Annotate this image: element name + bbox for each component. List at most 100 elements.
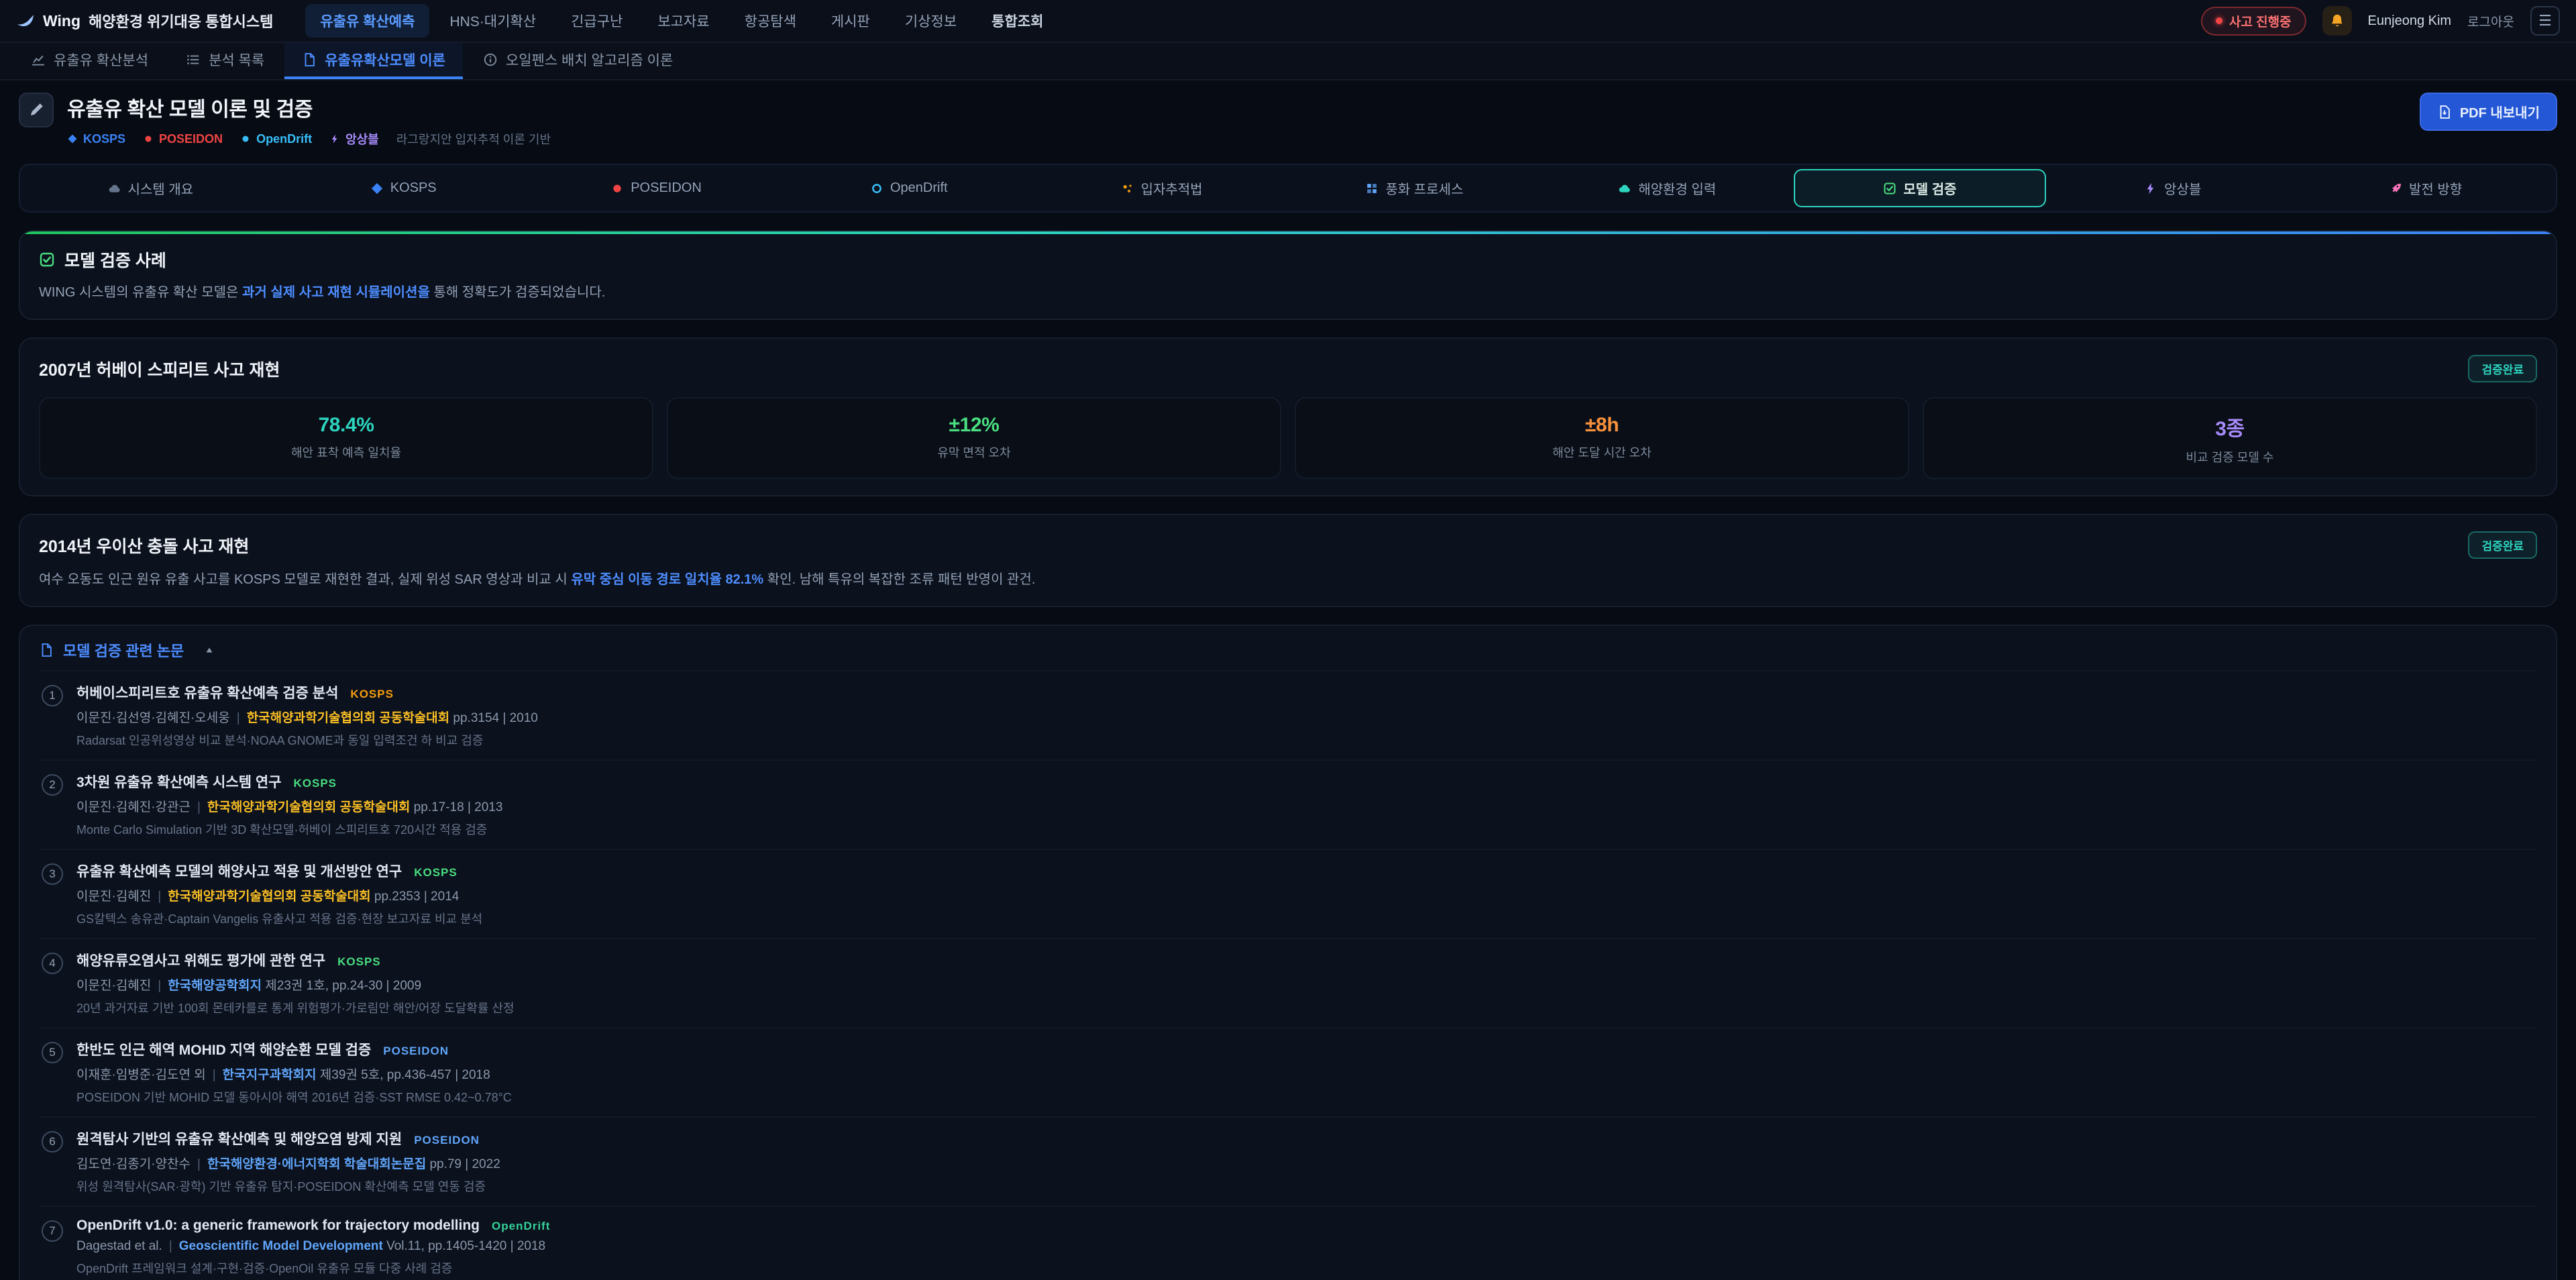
diamond-icon [370, 182, 384, 195]
logout-button[interactable]: 로그아웃 [2467, 12, 2514, 30]
section-nav-item[interactable]: 앙상블 [2046, 169, 2299, 207]
section-nav-item[interactable]: KOSPS [277, 169, 530, 207]
main-nav-item[interactable]: HNS·대기확산 [435, 4, 551, 38]
papers-list: 1 허베이스피리트호 유출유 확산예측 검증 분석KOSPS이문진·김선영·김혜진… [39, 670, 2537, 1280]
paper-number: 7 [42, 1220, 63, 1242]
user-name: Eunjeong Kim [2368, 13, 2452, 29]
wuisan-title-row: 2014년 우이산 충돌 사고 재현 검증완료 [39, 531, 2537, 559]
model-badge-label: POSEIDON [159, 132, 223, 146]
paper-title-row: 한반도 인근 해역 MOHID 지역 해양순환 모델 검증POSEIDON [76, 1039, 2532, 1059]
menu-button[interactable]: ☰ [2530, 6, 2560, 36]
tab-item[interactable]: 분석 목록 [168, 43, 282, 79]
stat-value: ±12% [949, 414, 1000, 436]
paper-title-row: 해양유류오염사고 위해도 평가에 관한 연구KOSPS [76, 950, 2532, 970]
separator: | [197, 800, 201, 814]
paper-title[interactable]: 허베이스피리트호 유출유 확산예측 검증 분석 [76, 682, 338, 702]
wuisan-title: 2014년 우이산 충돌 사고 재현 [39, 533, 249, 557]
intro-link[interactable]: 과거 실제 사고 재현 시뮬레이션을 [242, 285, 430, 300]
paper-model-badge: POSEIDON [414, 1134, 480, 1147]
doc-icon [302, 52, 317, 67]
intro-paragraph: WING 시스템의 유출유 확산 모델은 과거 실제 사고 재현 시뮬레이션을 … [39, 282, 2537, 303]
page-title: 유출유 확산 모델 이론 및 검증 [67, 93, 551, 122]
section-nav-item[interactable]: POSEIDON [530, 169, 783, 207]
tab-item[interactable]: 유출유 확산분석 [13, 43, 166, 79]
paper-journal[interactable]: 한국해양환경·에너지학회 학술대회논문집 [207, 1157, 426, 1171]
paper-row: 7 OpenDrift v1.0: a generic framework for… [39, 1206, 2537, 1280]
model-badge-row: KOSPSPOSEIDONOpenDrift앙상블 라그랑지안 입자추적 이론 … [67, 130, 551, 148]
tab-label: 유출유확산모델 이론 [325, 50, 445, 70]
section-nav: 시스템 개요 KOSPSPOSEIDONOpenDrift입자추적법풍화 프로세스… [19, 164, 2557, 213]
wuisan-highlight[interactable]: 유막 중심 이동 경로 일치율 82.1% [571, 572, 763, 587]
main-nav-item[interactable]: 통합조회 [977, 4, 1058, 38]
section-nav-item[interactable]: 입자추적법 [1035, 169, 1288, 207]
section-nav-label: 시스템 개요 [128, 178, 194, 198]
section-nav-item[interactable]: 풍화 프로세스 [1288, 169, 1541, 207]
paper-title[interactable]: 해양유류오염사고 위해도 평가에 관한 연구 [76, 950, 325, 970]
paper-number: 1 [42, 685, 63, 706]
case-card-wuisan: 2014년 우이산 충돌 사고 재현 검증완료 여수 오동도 인근 원유 유출 … [19, 514, 2557, 607]
main-nav-item[interactable]: 기상정보 [890, 4, 971, 38]
paper-content: 3차원 유출유 확산예측 시스템 연구KOSPS이문진·김혜진·강관근|한국해양… [76, 771, 2532, 838]
section-nav-item[interactable]: 발전 방향 [2299, 169, 2552, 207]
bolt-icon [2144, 182, 2157, 195]
stat-label: 해안 도달 시간 오차 [1307, 443, 1897, 461]
stat-card: ±8h해안 도달 시간 오차 [1295, 397, 1909, 479]
paper-journal[interactable]: 한국해양과학기술협의회 공동학술대회 [247, 711, 449, 725]
verified-badge: 검증완료 [2468, 531, 2537, 559]
hebei-title-row: 2007년 허베이 스피리트 사고 재현 검증완료 [39, 355, 2537, 382]
pdf-export-label: PDF 내보내기 [2460, 102, 2540, 121]
model-badge-label: 앙상블 [345, 130, 379, 148]
paper-title[interactable]: OpenDrift v1.0: a generic framework for … [76, 1218, 480, 1234]
stat-card: 78.4%해안 표착 예측 일치율 [39, 397, 653, 479]
hebei-stats-grid: 78.4%해안 표착 예측 일치율±12%유막 면적 오차±8h해안 도달 시간… [39, 397, 2537, 479]
notifications-button[interactable] [2322, 6, 2352, 36]
main-nav-item[interactable]: 보고자료 [643, 4, 724, 38]
paper-title[interactable]: 한반도 인근 해역 MOHID 지역 해양순환 모델 검증 [76, 1039, 371, 1059]
section-nav-item[interactable]: 모델 검증 [1794, 169, 2047, 207]
main-nav-item[interactable]: 게시판 [816, 4, 885, 38]
paper-row: 6원격탐사 기반의 유출유 확산예측 및 해양오염 방제 지원POSEIDON김… [39, 1116, 2537, 1206]
wuisan-text-suffix: 확인. 남해 특유의 복잡한 조류 패턴 반영이 관건. [763, 572, 1035, 587]
paper-content: 허베이스피리트호 유출유 확산예측 검증 분석KOSPS이문진·김선영·김혜진·… [76, 682, 2532, 749]
paper-journal[interactable]: Geoscientific Model Development [179, 1239, 383, 1253]
cloud-icon [1618, 182, 1631, 195]
collapse-arrow-icon[interactable] [204, 645, 215, 655]
paper-title[interactable]: 유출유 확산예측 모델의 해양사고 적용 및 개선방안 연구 [76, 861, 402, 881]
pdf-export-button[interactable]: PDF 내보내기 [2420, 93, 2557, 131]
paper-title-row: OpenDrift v1.0: a generic framework for … [76, 1218, 2532, 1234]
stat-value: 78.4% [318, 414, 374, 436]
hebei-title: 2007년 허베이 스피리트 사고 재현 [39, 357, 280, 381]
case-card-hebei: 2007년 허베이 스피리트 사고 재현 검증완료 78.4%해안 표착 예측 … [19, 337, 2557, 496]
tab-item[interactable]: 유출유확산모델 이론 [284, 43, 463, 79]
main-nav-item[interactable]: 유출유 확산예측 [305, 4, 429, 38]
section-nav-label: 발전 방향 [2409, 178, 2462, 198]
model-badge-label: KOSPS [83, 132, 125, 146]
paper-model-badge: KOSPS [414, 866, 458, 879]
intro-text-prefix: WING 시스템의 유출유 확산 모델은 [39, 285, 242, 300]
intro-title: 모델 검증 사례 [64, 248, 166, 272]
circle-icon [143, 134, 154, 144]
paper-title-row: 3차원 유출유 확산예측 시스템 연구KOSPS [76, 771, 2532, 792]
ring-icon [870, 182, 883, 195]
diamond-icon [67, 134, 78, 144]
paper-journal[interactable]: 한국해양과학기술협의회 공동학술대회 [168, 890, 370, 904]
paper-journal[interactable]: 한국지구과학회지 [223, 1068, 317, 1082]
paper-row: 5한반도 인근 해역 MOHID 지역 해양순환 모델 검증POSEIDON이재… [39, 1027, 2537, 1116]
separator: | [197, 1157, 201, 1171]
grid-icon [1365, 182, 1379, 195]
paper-row: 4해양유류오염사고 위해도 평가에 관한 연구KOSPS이문진·김혜진|한국해양… [39, 938, 2537, 1027]
main-nav-item[interactable]: 항공탐색 [730, 4, 811, 38]
section-nav-item[interactable]: 시스템 개요 [24, 169, 277, 207]
paper-row: 23차원 유출유 확산예측 시스템 연구KOSPS이문진·김혜진·강관근|한국해… [39, 759, 2537, 849]
section-nav-item[interactable]: 해양환경 입력 [1541, 169, 1794, 207]
papers-title: 모델 검증 관련 논문 [63, 639, 184, 661]
incident-status-badge[interactable]: 사고 진행중 [2201, 7, 2306, 36]
paper-journal[interactable]: 한국해양과학기술협의회 공동학술대회 [207, 800, 410, 814]
paper-title[interactable]: 원격탐사 기반의 유출유 확산예측 및 해양오염 방제 지원 [76, 1128, 402, 1149]
paper-journal[interactable]: 한국해양공학회지 [168, 979, 262, 993]
paper-title[interactable]: 3차원 유출유 확산예측 시스템 연구 [76, 771, 282, 792]
papers-header[interactable]: 모델 검증 관련 논문 [39, 639, 2537, 670]
section-nav-item[interactable]: OpenDrift [782, 169, 1035, 207]
main-nav-item[interactable]: 긴급구난 [556, 4, 637, 38]
tab-item[interactable]: 오일펜스 배치 알고리즘 이론 [466, 43, 690, 79]
